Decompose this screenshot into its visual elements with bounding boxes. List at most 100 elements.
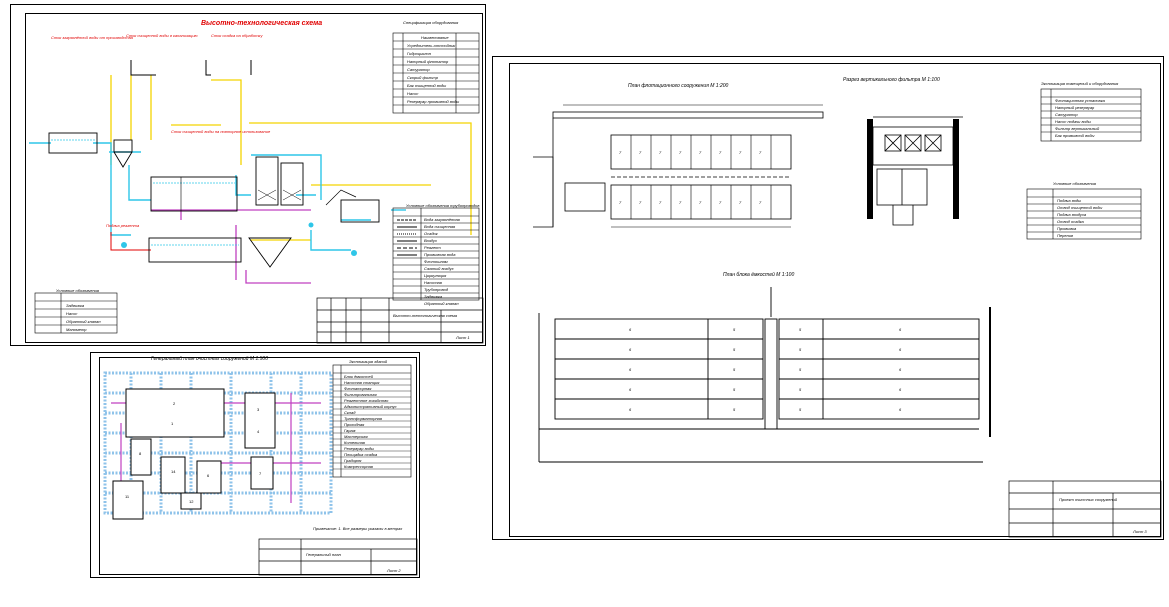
tank-cell-number: 5: [799, 387, 802, 392]
tank-cell-number: 6: [899, 367, 902, 372]
flotation-cell-number: 7: [619, 150, 622, 155]
flotation-cell-number: 7: [719, 150, 722, 155]
tank-cell-number: 5: [733, 347, 736, 352]
flotation-cell-number: 7: [739, 150, 742, 155]
explication-title: Экспликация помещений и оборудования: [1041, 81, 1119, 86]
flotation-cell-number: 7: [619, 200, 622, 205]
legend-row: Воздух: [424, 238, 437, 243]
tank-cell-number: 5: [733, 387, 736, 392]
spec-row: Напорный флотатор: [407, 59, 449, 64]
flotation-cell-number: 7: [739, 200, 742, 205]
spec-row: Гидроциклон: [407, 51, 431, 56]
flotation-cell-number: 7: [639, 200, 642, 205]
legend-row: Задвижка: [424, 294, 443, 299]
legend-row: Вода загрязнённая: [424, 217, 460, 222]
legend-row: Сжатый воздух: [424, 266, 454, 271]
legend-row: Вода очищенная: [424, 224, 456, 229]
explication-row: Насос подачи воды: [1055, 119, 1091, 124]
legend-row: Осадок: [424, 231, 438, 236]
tank-cell-number: 5: [799, 407, 802, 412]
sheet-number: Лист 1: [456, 335, 470, 340]
explication-row: Гараж: [344, 428, 356, 433]
symbol-row: Обратный клапан: [66, 319, 101, 324]
legend-title: Условные обозначения трубопроводов: [406, 203, 480, 208]
flotation-cell-number: 7: [699, 200, 702, 205]
spec-row: Скорый фильтр: [407, 75, 438, 80]
flotation-cell-number: 7: [699, 150, 702, 155]
tank-cell-number: 5: [799, 367, 802, 372]
legend-title: Условные обозначения: [1053, 181, 1097, 186]
explication-row: Градирня: [344, 458, 362, 463]
explication-row: Административный корпус: [344, 404, 397, 409]
legend-row: Циркуляция: [424, 273, 447, 278]
flotation-cell-number: 7: [679, 200, 682, 205]
symbol-row: Манометр: [66, 327, 87, 332]
sheet-process-scheme: Высотно-технологическая схема Сток загря…: [10, 4, 486, 346]
tank-cell-number: 6: [629, 327, 632, 332]
tank-cell-number: 5: [799, 327, 802, 332]
stamp-title: Генеральный план: [306, 552, 341, 557]
flotation-cell-number: 7: [759, 200, 762, 205]
explication-row: Фильтр вертикальный: [1055, 126, 1100, 131]
stamp-title: Высотно-технологическая схема: [393, 313, 457, 318]
label-from-sewer: Сток загрязнённой воды от производства: [51, 35, 133, 40]
explication-row: Бак промывной воды: [1055, 133, 1095, 138]
spec-row: Насос: [407, 91, 419, 96]
legend-row: Отвод очищенной воды: [1057, 205, 1103, 210]
flotation-cell-number: 7: [759, 150, 762, 155]
legend-row: Промывная вода: [424, 252, 456, 257]
explication-row: Площадка осадка: [344, 452, 378, 457]
sheet-number: Лист 3: [1133, 529, 1147, 534]
sheet-facility-plans: План флотационного сооружения М 1:200 Ра…: [492, 56, 1164, 540]
explication-row: Сатуратор: [1055, 112, 1078, 117]
tank-cell-number: 6: [899, 407, 902, 412]
explication-row: Компрессорная: [344, 464, 373, 469]
explication-row: Резервуар воды: [344, 446, 374, 451]
site-note: Примечание: 1. Все размеры указаны в мет…: [313, 526, 403, 531]
tank-cell-number: 6: [629, 387, 632, 392]
explication-row: Флотационная установка: [1055, 98, 1105, 103]
label-reagent: Подача реагента: [106, 223, 140, 228]
legend-row: Подача воздуха: [1057, 212, 1087, 217]
explication-row: Флотаторная: [344, 386, 372, 391]
tank-cell-number: 5: [733, 367, 736, 372]
legend-row: Обратный клапан: [424, 301, 459, 306]
symbol-row: Насос: [66, 311, 78, 316]
explication-row: Блок ёмкостей: [344, 374, 373, 379]
legend-row: Реагент: [424, 245, 441, 250]
legend-row: Подача воды: [1057, 198, 1082, 203]
legend-row: Перелив: [1057, 233, 1074, 238]
legend-row: Промывка: [1057, 226, 1077, 231]
explication-row: Напорный резервуар: [1055, 105, 1095, 110]
label-recycled: Сток очищенной воды на повторное использ…: [171, 129, 271, 134]
label-to-sewer: Сток очищенной воды в канализацию: [126, 33, 198, 38]
explication-row: Мастерская: [344, 434, 368, 439]
tank-cell-number: 6: [629, 347, 632, 352]
explication-row: Фильтровальная: [344, 392, 377, 397]
spec-row: Бак очищенной воды: [407, 83, 447, 88]
explication-row: Насосная станция: [344, 380, 380, 385]
explication-row: Проходная: [344, 422, 365, 427]
explication-row: Реагентное хозяйство: [344, 398, 389, 403]
stamp-title: Проект очистных сооружений: [1059, 497, 1118, 502]
tank-cell-number: 6: [629, 407, 632, 412]
legend-row: Флотошлам: [424, 259, 448, 264]
sheet-number: Лист 2: [387, 568, 401, 573]
tank-cell-number: 5: [799, 347, 802, 352]
spec-header: Наименование: [421, 35, 449, 40]
explication-row: Склад: [344, 410, 356, 415]
legend-row: Насосная: [424, 280, 442, 285]
tank-cell-number: 5: [733, 407, 736, 412]
svg-text:14: 14: [171, 469, 176, 474]
spec-title: Спецификация оборудования: [403, 20, 459, 25]
explication-row: Трансформаторная: [344, 416, 383, 421]
tank-cell-number: 6: [899, 347, 902, 352]
flotation-cell-number: 7: [719, 200, 722, 205]
flotation-cell-number: 7: [659, 200, 662, 205]
legend-row: Трубопровод: [424, 287, 449, 292]
spec-row: Усреднитель-отстойник: [407, 43, 456, 48]
tank-cell-number: 6: [899, 327, 902, 332]
tank-cell-number: 6: [899, 387, 902, 392]
flotation-cell-number: 7: [679, 150, 682, 155]
explication-title: Экспликация зданий: [349, 359, 388, 364]
